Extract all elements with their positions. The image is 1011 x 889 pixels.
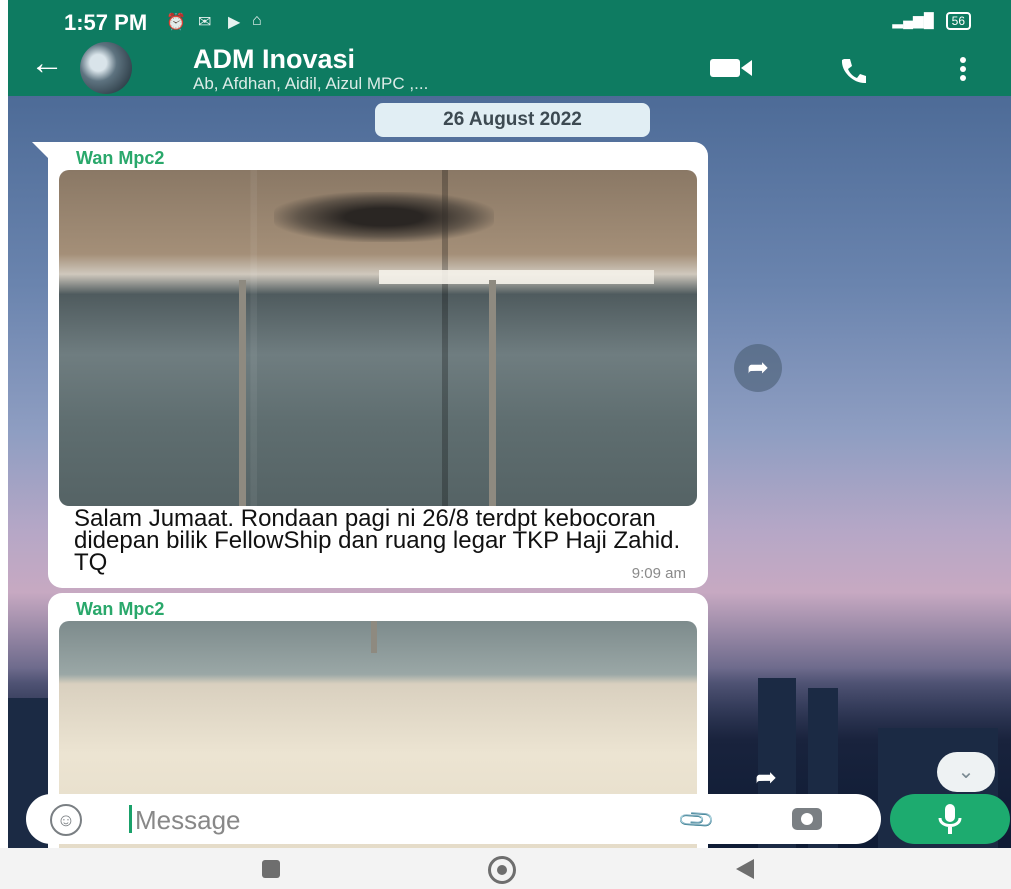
system-nav-bar (0, 848, 1011, 889)
emoji-icon[interactable]: ☺ (50, 804, 82, 836)
app-bar: 1:57 PM ⏰ ✉ ▶ ⌂ ▂▄▆█ 56 ← ADM Inovasi Ab… (8, 0, 1011, 96)
nav-home-icon[interactable] (488, 856, 516, 884)
ceiling-light (379, 270, 654, 284)
camera-icon[interactable] (792, 808, 822, 830)
notification-icon: ✉ (198, 14, 212, 31)
forward-icon[interactable]: ➦ (734, 344, 782, 392)
phone-call-icon[interactable] (838, 56, 868, 86)
message-photo[interactable] (59, 170, 697, 506)
chat-area[interactable]: 26 August 2022 Wan Mpc2 Salam Jumaat. Ro… (8, 96, 1011, 848)
message-bubble[interactable]: Wan Mpc2 Salam Jumaat. Rondaan pagi ni 2… (32, 142, 708, 588)
alarm-icon: ⏰ (166, 14, 186, 31)
nav-recents-icon[interactable] (262, 860, 280, 878)
message-text: Salam Jumaat. Rondaan pagi ni 26/8 terdp… (74, 505, 681, 576)
message-input[interactable] (133, 800, 657, 840)
message-sender: Wan Mpc2 (76, 148, 165, 168)
scroll-down-icon[interactable]: ⌄ (937, 752, 995, 792)
chat-members[interactable]: Ab, Afdhan, Aidil, Aizul MPC ,... (193, 74, 428, 94)
ceiling-leak-stain (274, 192, 494, 242)
status-bar: 1:57 PM ⏰ ✉ ▶ ⌂ ▂▄▆█ 56 (8, 0, 1011, 42)
status-time: 1:57 PM (64, 10, 148, 35)
signal-battery: ▂▄▆█ 56 (892, 12, 971, 30)
mic-button[interactable] (890, 794, 1010, 844)
nav-back-icon[interactable] (736, 859, 754, 879)
mic-icon (938, 804, 962, 834)
back-arrow-icon[interactable]: ← (30, 46, 64, 80)
date-chip: 26 August 2022 (375, 103, 650, 137)
message-composer[interactable]: ☺ 📎 (26, 794, 881, 844)
group-avatar[interactable] (80, 42, 132, 94)
message-sender: Wan Mpc2 (76, 599, 165, 619)
bubble-tail (32, 142, 48, 158)
battery-icon: 56 (945, 12, 971, 30)
window-frame (371, 621, 377, 653)
window-frame (489, 280, 496, 506)
chat-title[interactable]: ADM Inovasi (193, 44, 355, 75)
video-call-icon[interactable] (708, 56, 754, 80)
attach-icon[interactable]: 📎 (676, 800, 718, 842)
text-caret (129, 805, 132, 833)
message-time: 9:09 am (631, 565, 686, 582)
play-icon: ▶ (228, 14, 241, 31)
window-frame (239, 280, 246, 506)
home-status-icon: ⌂ (252, 12, 262, 29)
more-options-icon[interactable] (958, 56, 968, 84)
signal-icon: ▂▄▆█ (892, 12, 934, 28)
